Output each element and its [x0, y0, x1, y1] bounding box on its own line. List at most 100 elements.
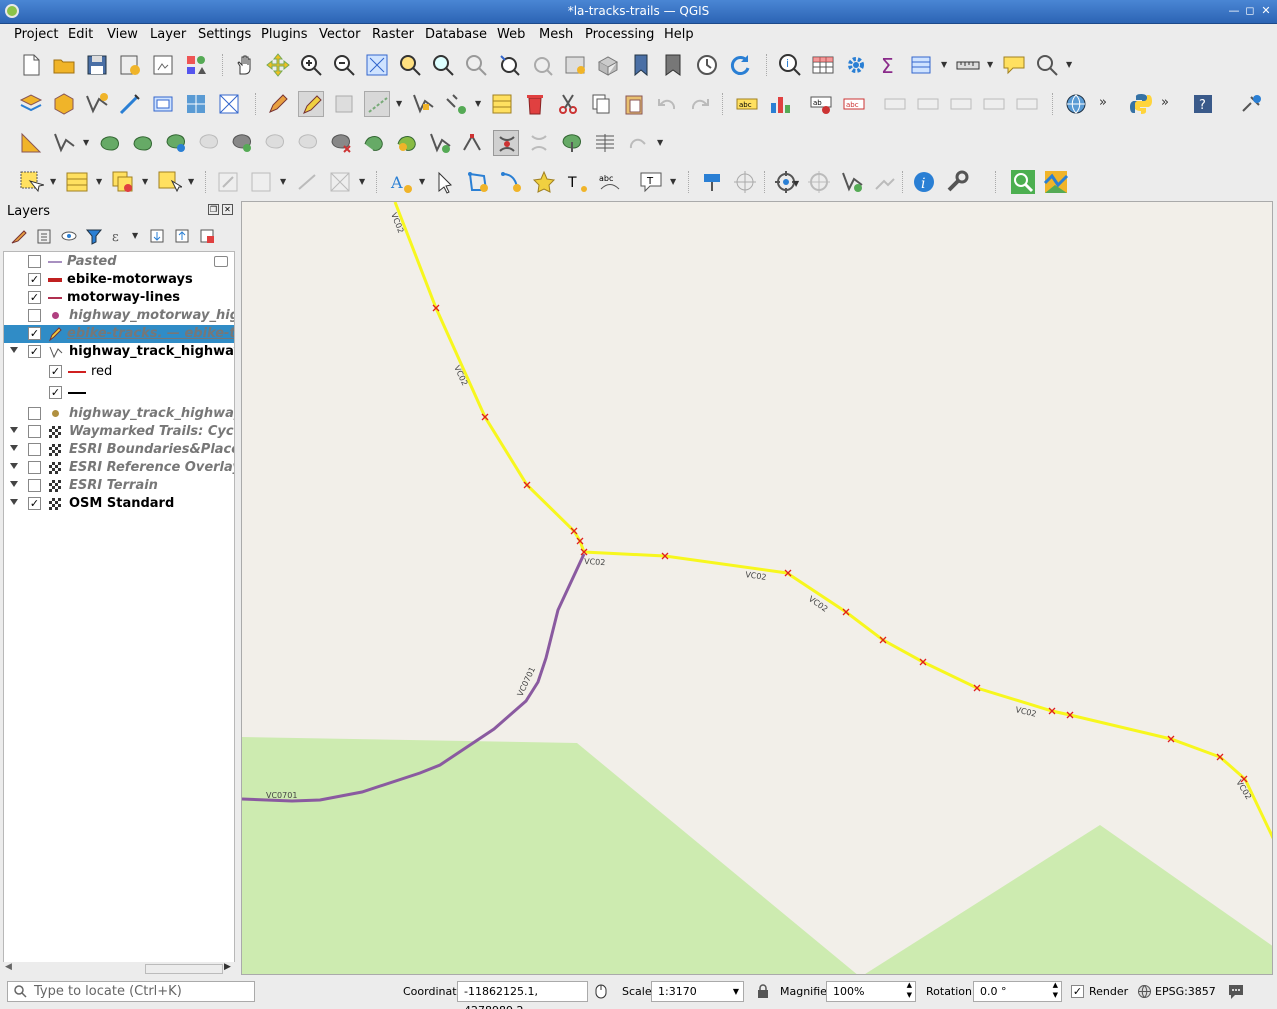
text-box-annotation-icon[interactable]: T: [638, 169, 664, 195]
float-panel-icon[interactable]: ❐: [208, 204, 219, 215]
zoom-next-icon[interactable]: [529, 52, 555, 78]
close-icon[interactable]: ✕: [1259, 4, 1273, 18]
layer-visibility-checkbox[interactable]: ✓: [28, 345, 41, 358]
capture-coordinate-icon[interactable]: [732, 169, 758, 195]
layer-labeling-icon[interactable]: abc: [734, 91, 760, 117]
zoom-in-icon[interactable]: [298, 52, 324, 78]
chevron-down-icon[interactable]: ▼: [132, 231, 138, 240]
chevron-down-icon[interactable]: ▼: [50, 177, 56, 186]
layer-item-osm-standard[interactable]: ✓ OSM Standard: [4, 495, 234, 513]
attribute-table-icon[interactable]: [810, 52, 836, 78]
zoom-out-icon[interactable]: [331, 52, 357, 78]
chevron-down-icon[interactable]: ▼: [1066, 60, 1072, 69]
undo-icon[interactable]: [654, 91, 680, 117]
layer-visibility-checkbox[interactable]: [28, 461, 41, 474]
polygon-annotation-icon[interactable]: [465, 169, 491, 195]
chevron-down-icon[interactable]: ▼: [188, 177, 194, 186]
modify-attributes-icon[interactable]: [443, 91, 469, 117]
add-raster-layer-icon[interactable]: [183, 91, 209, 117]
legend-item-black[interactable]: ✓: [4, 384, 234, 402]
rotate-feature-icon[interactable]: [97, 130, 123, 156]
python-console-icon[interactable]: [1128, 91, 1154, 117]
chevron-down-icon[interactable]: ▼: [280, 177, 286, 186]
new-temporary-layer-icon[interactable]: [117, 91, 143, 117]
menu-vector[interactable]: Vector: [319, 27, 360, 42]
layer-item-esri-boundaries[interactable]: ESRI Boundaries&Places: [4, 441, 234, 459]
save-edits-icon[interactable]: [331, 91, 357, 117]
chevron-down-icon[interactable]: ▼: [987, 60, 993, 69]
expand-arrow-icon[interactable]: [10, 347, 18, 353]
text-annotation-icon[interactable]: A: [388, 169, 414, 195]
layer-item-pasted[interactable]: Pasted: [4, 253, 234, 271]
offset-point-symbols-icon[interactable]: [559, 130, 585, 156]
menu-processing[interactable]: Processing: [585, 27, 654, 42]
advanced-digitizing-icon[interactable]: [18, 130, 44, 156]
quick-map-icon[interactable]: [1043, 169, 1069, 195]
expand-arrow-icon[interactable]: [10, 499, 18, 505]
menu-layer[interactable]: Layer: [150, 27, 186, 42]
chevron-down-icon[interactable]: ▼: [96, 177, 102, 186]
expand-arrow-icon[interactable]: [10, 481, 18, 487]
layer-item-esri-reference[interactable]: ESRI Reference Overlay: [4, 459, 234, 477]
simplify-feature-icon[interactable]: [130, 130, 156, 156]
layer-item-highway-motorway[interactable]: highway_motorway_high: [4, 307, 234, 325]
expand-all-icon[interactable]: [148, 227, 166, 245]
line-annotation-icon[interactable]: [498, 169, 524, 195]
select-by-value-icon[interactable]: [64, 169, 90, 195]
merge-features-icon[interactable]: [394, 130, 420, 156]
add-group-icon[interactable]: [35, 227, 53, 245]
scroll-right-icon[interactable]: ▶: [224, 962, 231, 972]
web-globe-icon[interactable]: [1063, 91, 1089, 117]
chevron-down-icon[interactable]: ▼: [670, 177, 676, 186]
marker-annotation-icon[interactable]: [531, 169, 557, 195]
lock-scale-icon[interactable]: [756, 984, 770, 999]
close-panel-icon[interactable]: ✕: [222, 204, 233, 215]
identify-features-icon[interactable]: i: [777, 52, 803, 78]
select-features-icon[interactable]: [18, 169, 45, 195]
select-annotation-icon[interactable]: [432, 169, 458, 195]
layer-item-ebike-motorways[interactable]: ✓ ebike-motorways: [4, 271, 234, 289]
zoom-to-layer-icon[interactable]: [430, 52, 456, 78]
filter-by-expression-icon[interactable]: ε: [110, 227, 128, 245]
layer-item-ebike-tracks[interactable]: ✓ ebike-tracks. — ebike-tra: [4, 325, 234, 343]
scale-select[interactable]: 1:3170 ▼: [651, 981, 744, 1002]
rotate-label-icon[interactable]: [948, 91, 974, 117]
gps-reset-track-icon[interactable]: [872, 169, 898, 195]
show-hide-labels-icon[interactable]: [882, 91, 908, 117]
menu-raster[interactable]: Raster: [372, 27, 414, 42]
highlight-pinned-labels-icon[interactable]: ab: [808, 91, 834, 117]
delete-part-icon[interactable]: [262, 130, 288, 156]
locator-search-input[interactable]: Type to locate (Ctrl+K): [7, 981, 255, 1002]
manage-visibility-eye-icon[interactable]: [60, 227, 78, 245]
georeferencer-icon[interactable]: [699, 169, 725, 195]
maximize-icon[interactable]: ◻: [1243, 4, 1257, 18]
new-print-layout-icon[interactable]: [150, 52, 176, 78]
gps-add-vertex-icon[interactable]: [806, 169, 832, 195]
reshape-icon[interactable]: [295, 130, 321, 156]
pan-hand-icon[interactable]: [232, 52, 258, 78]
legend-visibility-checkbox[interactable]: ✓: [49, 365, 62, 378]
move-label-icon[interactable]: [915, 91, 941, 117]
coordinate-field[interactable]: -11862125.1, 4278989.2: [457, 981, 588, 1009]
pin-unpin-labels-icon[interactable]: abc: [841, 91, 867, 117]
layer-diagram-icon[interactable]: [767, 91, 793, 117]
more-tools-icon[interactable]: »: [1161, 95, 1169, 110]
layer-tree-scrollbar[interactable]: ◀ ▶: [3, 962, 235, 976]
crs-label[interactable]: EPSG:3857: [1155, 985, 1216, 998]
vertex-tool-icon[interactable]: [410, 91, 436, 117]
layer-visibility-checkbox[interactable]: [28, 479, 41, 492]
show-bookmarks-icon[interactable]: [661, 52, 687, 78]
scroll-left-icon[interactable]: ◀: [5, 962, 12, 972]
measure-line-icon[interactable]: [955, 52, 981, 78]
annotation-tool-icon[interactable]: [215, 169, 241, 195]
annotation-polygon-icon[interactable]: [248, 169, 274, 195]
temporal-controller-icon[interactable]: [694, 52, 720, 78]
pan-to-selection-icon[interactable]: [265, 52, 291, 78]
gps-create-feature-icon[interactable]: [839, 169, 865, 195]
zoom-to-selection-icon[interactable]: [397, 52, 423, 78]
layer-visibility-checkbox[interactable]: [28, 309, 41, 322]
help-icon[interactable]: ?: [1190, 91, 1216, 117]
new-vector-layer-icon[interactable]: [84, 91, 110, 117]
delete-ring-icon[interactable]: [229, 130, 255, 156]
redo-shape-icon[interactable]: [625, 130, 651, 156]
